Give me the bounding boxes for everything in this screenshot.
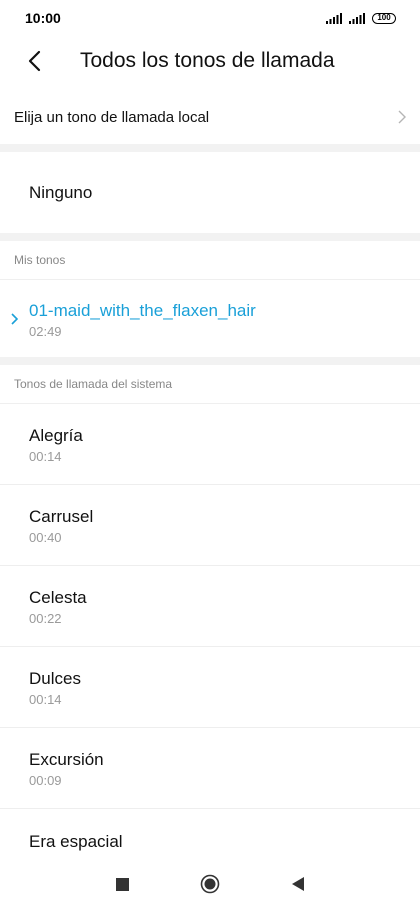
signal-icon [326, 12, 342, 24]
tone-name: Era espacial [29, 832, 123, 851]
tone-duration: 00:09 [29, 772, 62, 788]
section-header-system-tones: Tonos de llamada del sistema [0, 365, 420, 404]
my-tones-section: Mis tonos 01-maid_with_the_flaxen_hair 0… [0, 241, 420, 357]
section-header-my-tones: Mis tonos [0, 241, 420, 280]
circle-icon [200, 874, 220, 894]
tone-duration: 00:14 [29, 691, 62, 707]
tone-item[interactable]: Excursión 00:09 [0, 728, 420, 809]
chevron-left-icon [28, 50, 41, 72]
back-button[interactable] [4, 36, 64, 86]
tone-item[interactable]: Dulces 00:14 [0, 647, 420, 728]
section-divider [0, 357, 420, 365]
section-divider [0, 233, 420, 241]
section-divider [0, 144, 420, 152]
tone-name: Celesta [29, 587, 87, 607]
triangle-left-icon [292, 877, 304, 891]
page-title: Todos los tonos de llamada [80, 49, 335, 72]
tone-name: Dulces [29, 668, 81, 688]
tone-item[interactable]: Alegría 00:14 [0, 404, 420, 485]
tone-duration: 00:22 [29, 610, 62, 626]
tone-duration: 02:49 [29, 323, 62, 339]
selected-chevron-icon [11, 313, 18, 325]
tone-item[interactable]: Era espacial [0, 809, 420, 865]
signal-icon-2 [349, 12, 365, 24]
tone-duration: 00:40 [29, 529, 62, 545]
system-tones-section: Tonos de llamada del sistema Alegría 00:… [0, 365, 420, 865]
tone-name: Carrusel [29, 506, 94, 526]
tone-none[interactable]: Ninguno [0, 152, 420, 233]
tone-name: 01-maid_with_the_flaxen_hair [29, 300, 256, 320]
tone-name: Alegría [29, 425, 83, 445]
status-time: 10:00 [25, 10, 61, 26]
tone-item-selected[interactable]: 01-maid_with_the_flaxen_hair 02:49 [0, 280, 420, 358]
choose-local-ringtone-label: Elija un tono de llamada local [14, 108, 210, 126]
navigation-bar [0, 858, 420, 910]
home-button[interactable] [197, 871, 223, 897]
app-header: Todos los tonos de llamada [0, 36, 420, 86]
battery-icon: 100 [372, 12, 396, 24]
status-icons: 100 [326, 12, 396, 24]
tone-duration: 00:14 [29, 448, 62, 464]
tone-item[interactable]: Carrusel 00:40 [0, 485, 420, 566]
recents-button[interactable] [109, 871, 135, 897]
back-nav-button[interactable] [285, 871, 311, 897]
none-section: Ninguno [0, 152, 420, 233]
tone-item[interactable]: Celesta 00:22 [0, 566, 420, 647]
tone-name: Ninguno [29, 182, 93, 202]
choose-local-ringtone-row[interactable]: Elija un tono de llamada local [0, 90, 420, 144]
tone-name: Excursión [29, 749, 104, 769]
square-icon [115, 877, 129, 891]
chevron-right-icon [398, 110, 406, 124]
status-bar: 10:00 100 [0, 0, 420, 36]
